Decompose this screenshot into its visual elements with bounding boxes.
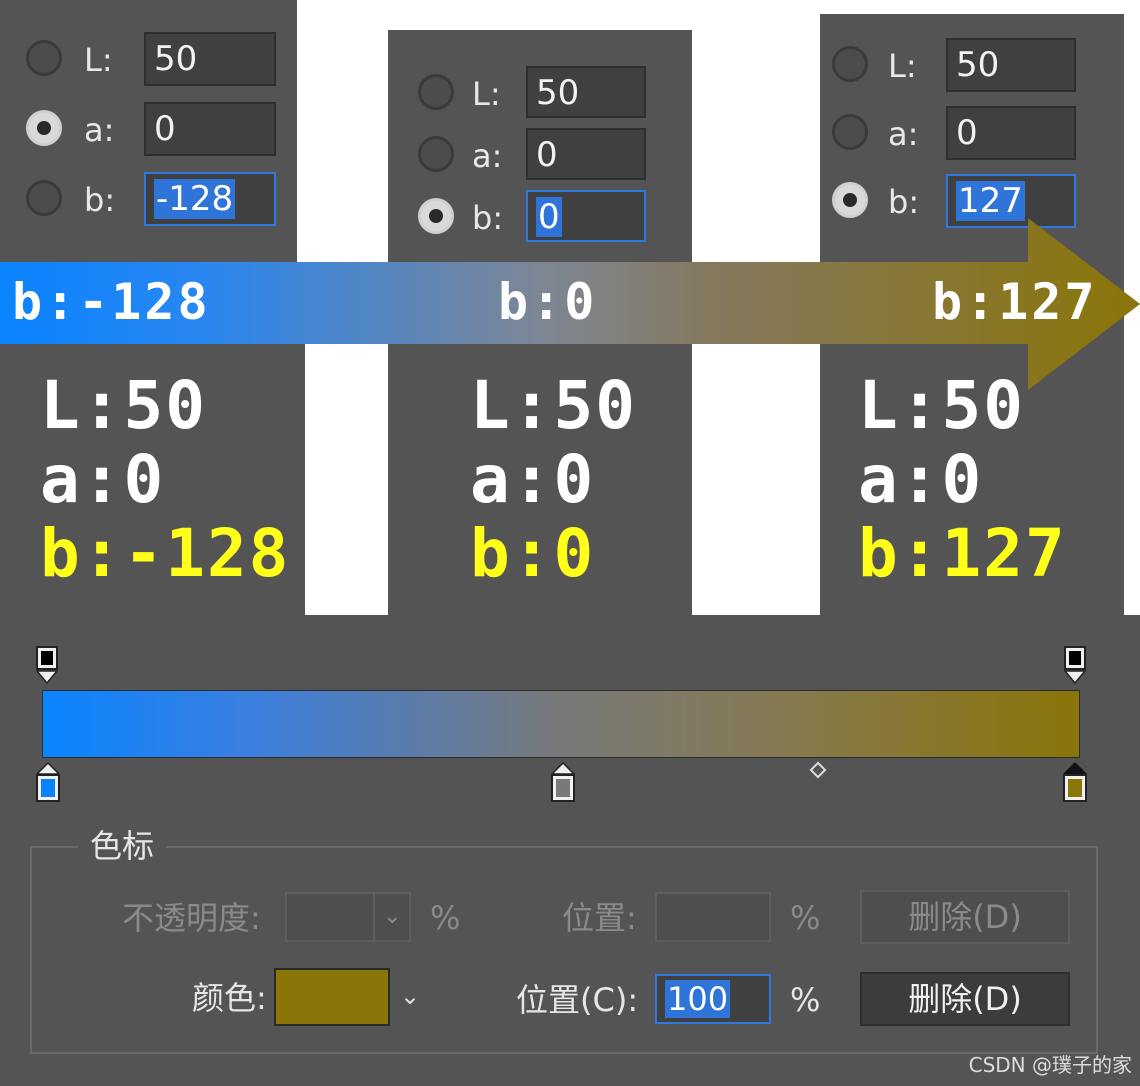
gradient-bar[interactable]	[42, 690, 1080, 758]
field-b-value: -128	[154, 179, 236, 219]
field-l[interactable]: 50	[144, 32, 276, 86]
overlay-2-l: L:50	[470, 367, 637, 444]
label-a: a:	[888, 115, 919, 153]
arrow-label-right: b:127	[932, 273, 1098, 331]
radio-l[interactable]	[26, 40, 62, 76]
color-position-value: 100	[665, 980, 731, 1018]
field-l[interactable]: 50	[946, 38, 1076, 92]
color-swatch[interactable]	[274, 968, 390, 1026]
opacity-chevron-down-icon: ⌄	[383, 904, 402, 929]
radio-l[interactable]	[832, 46, 868, 82]
opacity-dropdown[interactable]: ⌄	[285, 892, 411, 942]
label-l: L:	[84, 41, 113, 79]
field-l[interactable]: 50	[526, 66, 646, 118]
color-stop-gray[interactable]	[551, 762, 575, 802]
label-b: b:	[84, 181, 116, 219]
field-a[interactable]: 0	[144, 102, 276, 156]
opacity-stop-right[interactable]	[1064, 646, 1086, 684]
radio-a[interactable]	[832, 114, 868, 150]
field-a[interactable]: 0	[526, 128, 646, 180]
overlay-3-a: a:0	[858, 441, 984, 518]
overlay-3-b: b:127	[858, 515, 1067, 592]
opacity-label: 不透明度:	[122, 899, 261, 937]
field-b-value: 127	[956, 181, 1025, 221]
color-position-label: 位置(C):	[516, 981, 639, 1019]
opacity-unit: %	[430, 899, 461, 937]
arrow-label-left: b:-128	[12, 273, 211, 331]
radio-a[interactable]	[418, 136, 454, 172]
overlay-1-a: a:0	[40, 441, 166, 518]
arrow-label-middle: b:0	[498, 273, 598, 331]
color-position-field[interactable]: 100	[655, 974, 771, 1024]
overlay-2-a: a:0	[470, 441, 596, 518]
label-b: b:	[888, 183, 920, 221]
opacity-stop-left[interactable]	[36, 646, 58, 684]
label-l: L:	[472, 75, 501, 113]
color-delete-button[interactable]: 删除(D)	[860, 972, 1070, 1026]
color-stops-title: 色标	[78, 826, 167, 866]
overlay-2-b: b:0	[470, 515, 596, 592]
radio-b[interactable]	[832, 182, 868, 218]
watermark: CSDN @璞子的家	[968, 1053, 1132, 1077]
opacity-delete-button[interactable]: 删除(D)	[860, 890, 1070, 944]
opacity-position-label: 位置:	[562, 899, 637, 937]
opacity-position-field[interactable]	[655, 892, 771, 942]
label-l: L:	[888, 47, 917, 85]
color-label: 颜色:	[192, 979, 267, 1017]
label-a: a:	[472, 137, 503, 175]
overlay-1-b: b:-128	[40, 515, 291, 592]
overlay-1-l: L:50	[40, 367, 207, 444]
color-stop-blue[interactable]	[36, 762, 60, 802]
label-a: a:	[84, 111, 115, 149]
color-chevron-down-icon[interactable]: ⌄	[400, 978, 420, 1014]
opacity-position-unit: %	[790, 899, 821, 937]
overlay-3-l: L:50	[858, 367, 1025, 444]
radio-a[interactable]	[26, 110, 62, 146]
color-position-unit: %	[790, 981, 821, 1019]
field-a[interactable]: 0	[946, 106, 1076, 160]
color-stop-olive-selected[interactable]	[1063, 762, 1087, 802]
radio-l[interactable]	[418, 74, 454, 110]
radio-b[interactable]	[26, 180, 62, 216]
